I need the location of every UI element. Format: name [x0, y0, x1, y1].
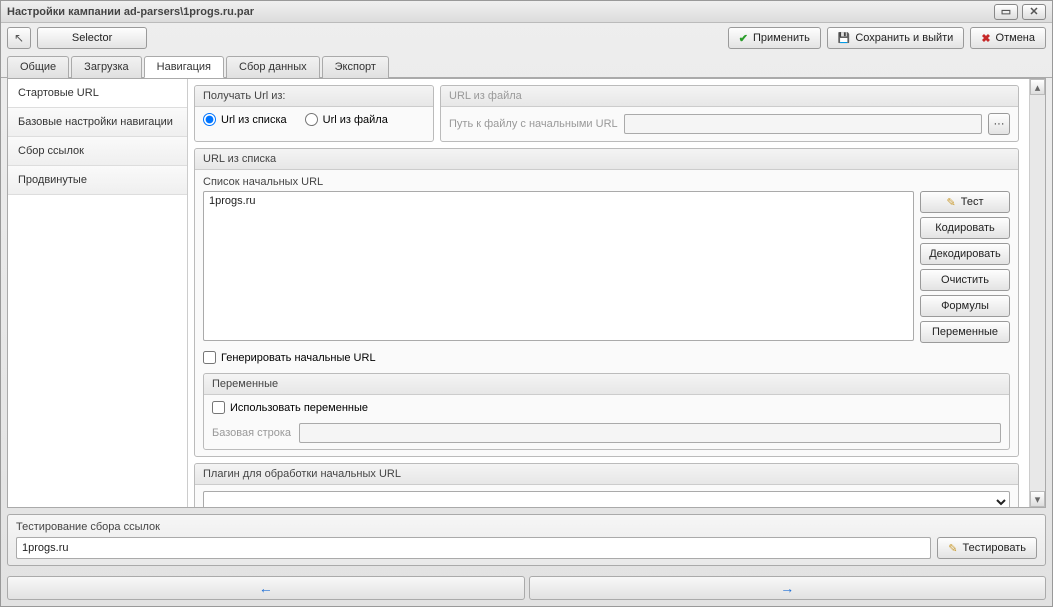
- group-url-list: URL из списка Список начальных URL 1prog…: [194, 148, 1019, 457]
- radio-url-list[interactable]: Url из списка: [203, 113, 287, 126]
- sidebar-item-basic-nav[interactable]: Базовые настройки навигации: [8, 108, 187, 137]
- group-get-url-from: Получать Url из: Url из списка Url из фа…: [194, 85, 434, 142]
- apply-button[interactable]: Применить: [728, 27, 821, 49]
- minimize-button[interactable]: ▭: [994, 4, 1018, 20]
- sidebar-item-link-collect[interactable]: Сбор ссылок: [8, 137, 187, 166]
- generate-urls-checkbox[interactable]: Генерировать начальные URL: [203, 351, 376, 364]
- group-plugin: Плагин для обработки начальных URL: [194, 463, 1019, 507]
- cancel-icon: [981, 32, 990, 45]
- test-url-input[interactable]: [16, 537, 931, 559]
- sidebar-item-start-url[interactable]: Стартовые URL: [8, 79, 187, 108]
- toolbar: Selector Применить Сохранить и выйти Отм…: [1, 23, 1052, 53]
- tab-navigation[interactable]: Навигация: [144, 56, 224, 78]
- nav-prev-button[interactable]: ←: [7, 576, 525, 600]
- variables-title: Переменные: [204, 374, 1009, 395]
- base-string-input: [299, 423, 1001, 443]
- cancel-button[interactable]: Отмена: [970, 27, 1046, 49]
- scroll-up-arrow[interactable]: ▴: [1030, 79, 1045, 95]
- save-icon: [838, 32, 850, 44]
- scroll-track[interactable]: [1030, 95, 1045, 491]
- group-variables: Переменные Использовать переменные Базов…: [203, 373, 1010, 450]
- browse-file-button[interactable]: ···: [988, 113, 1010, 135]
- sidebar-item-advanced[interactable]: Продвинутые: [8, 166, 187, 195]
- url-list-title: URL из списка: [195, 149, 1018, 170]
- tab-export[interactable]: Экспорт: [322, 56, 389, 78]
- save-exit-label: Сохранить и выйти: [855, 32, 953, 44]
- selector-cursor-button[interactable]: [7, 27, 31, 49]
- use-variables-checkbox[interactable]: Использовать переменные: [212, 401, 368, 414]
- plugin-title: Плагин для обработки начальных URL: [195, 464, 1018, 485]
- close-button[interactable]: ✕: [1022, 4, 1046, 20]
- apply-label: Применить: [753, 32, 810, 44]
- cancel-label: Отмена: [996, 32, 1035, 44]
- test-run-button[interactable]: Тестировать: [937, 537, 1037, 559]
- tabs: Общие Загрузка Навигация Сбор данных Экс…: [1, 55, 1052, 78]
- scroll-down-arrow[interactable]: ▾: [1030, 491, 1045, 507]
- selector-button[interactable]: Selector: [37, 27, 147, 49]
- arrow-left-icon: ←: [259, 580, 273, 596]
- tab-load[interactable]: Загрузка: [71, 56, 141, 78]
- url-list-buttons: Тест Кодировать Декодировать Очистить Фо…: [920, 191, 1010, 343]
- formulas-button[interactable]: Формулы: [920, 295, 1010, 317]
- clear-button[interactable]: Очистить: [920, 269, 1010, 291]
- wand-icon: [948, 542, 957, 555]
- titlebar: Настройки кампании ad-parsers\1progs.ru.…: [1, 1, 1052, 23]
- nav-arrows: ← →: [7, 576, 1046, 600]
- url-list-label: Список начальных URL: [203, 176, 1010, 188]
- variables-button[interactable]: Переменные: [920, 321, 1010, 343]
- main: Стартовые URL Базовые настройки навигаци…: [7, 78, 1046, 508]
- url-from-file-input: [624, 114, 982, 134]
- arrow-right-icon: →: [780, 580, 794, 596]
- nav-next-button[interactable]: →: [529, 576, 1047, 600]
- window-title: Настройки кампании ad-parsers\1progs.ru.…: [7, 6, 990, 18]
- url-from-file-label: Путь к файлу с начальными URL: [449, 118, 618, 130]
- test-links-title: Тестирование сбора ссылок: [16, 521, 1037, 533]
- decode-button[interactable]: Декодировать: [920, 243, 1010, 265]
- test-url-button[interactable]: Тест: [920, 191, 1010, 213]
- test-links-section: Тестирование сбора ссылок Тестировать: [7, 514, 1046, 566]
- save-exit-button[interactable]: Сохранить и выйти: [827, 27, 964, 49]
- plugin-select[interactable]: [203, 491, 1010, 507]
- get-url-from-title: Получать Url из:: [195, 86, 433, 107]
- url-list-textarea[interactable]: 1progs.ru: [203, 191, 914, 341]
- content: Получать Url из: Url из списка Url из фа…: [188, 79, 1029, 507]
- wand-icon: [947, 196, 956, 209]
- url-from-file-title: URL из файла: [441, 86, 1018, 107]
- tab-collect[interactable]: Сбор данных: [226, 56, 320, 78]
- base-string-label: Базовая строка: [212, 427, 291, 439]
- cursor-icon: [14, 31, 24, 45]
- radio-url-file[interactable]: Url из файла: [305, 113, 388, 126]
- encode-button[interactable]: Кодировать: [920, 217, 1010, 239]
- group-url-from-file: URL из файла Путь к файлу с начальными U…: [440, 85, 1019, 142]
- window: Настройки кампании ad-parsers\1progs.ru.…: [0, 0, 1053, 607]
- check-icon: [739, 32, 748, 45]
- sidebar: Стартовые URL Базовые настройки навигаци…: [8, 79, 188, 507]
- tab-general[interactable]: Общие: [7, 56, 69, 78]
- content-scrollbar[interactable]: ▴ ▾: [1029, 79, 1045, 507]
